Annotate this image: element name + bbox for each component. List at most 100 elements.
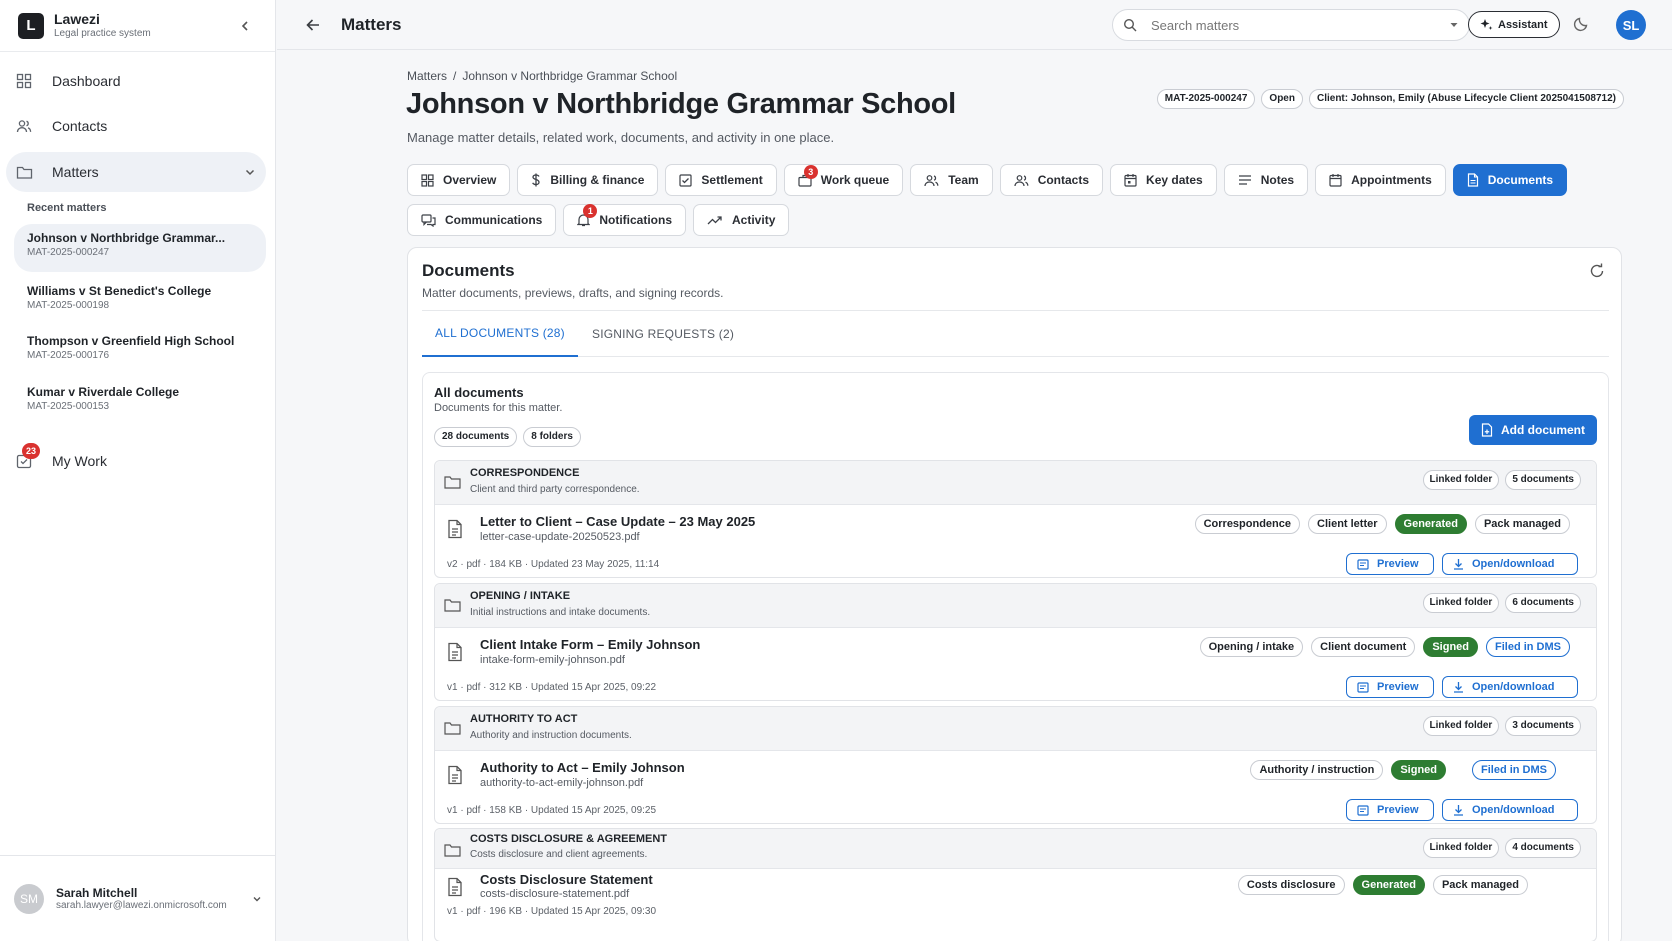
tab-team[interactable]: Team (910, 164, 993, 196)
grid-icon (16, 73, 38, 89)
moon-icon[interactable] (1573, 14, 1591, 32)
recent-matter-item[interactable]: Johnson v Northbridge Grammar... MAT-202… (14, 224, 266, 272)
tab-contacts[interactable]: Contacts (999, 164, 1104, 196)
tab-label: Overview (443, 173, 497, 187)
nav-dashboard[interactable]: Dashboard (6, 61, 266, 101)
tab-billing[interactable]: Billing & finance (517, 164, 659, 196)
recent-matter-name: Kumar v Riverdale College (27, 385, 180, 399)
all-documents-section: All documents Documents for this matter.… (422, 372, 1609, 941)
tab-communications[interactable]: Communications (407, 204, 557, 236)
file-icon (447, 765, 463, 785)
notifications-badge: 1 (583, 204, 598, 218)
tab-notes[interactable]: Notes (1223, 164, 1309, 196)
document-name[interactable]: Client Intake Form – Emily Johnson (480, 637, 700, 652)
file-plus-icon (1481, 423, 1493, 437)
tab-documents[interactable]: Documents (1452, 164, 1568, 196)
open-download-button[interactable]: Open/download (1442, 553, 1578, 575)
tab-key-dates[interactable]: Key dates (1110, 164, 1217, 196)
recent-matter-number: MAT-2025-000176 (27, 350, 110, 361)
caret-down-icon[interactable] (1449, 20, 1459, 30)
file-icon (447, 519, 463, 539)
folder-name: CORRESPONDENCE (470, 467, 580, 479)
folder-costs-disclosure: COSTS DISCLOSURE & AGREEMENT Costs discl… (434, 828, 1597, 941)
nav-contacts[interactable]: Contacts (6, 106, 266, 146)
open-download-label: Open/download (1472, 804, 1555, 816)
people-icon (924, 174, 939, 187)
recent-matters-heading: Recent matters (27, 202, 107, 214)
folder-header[interactable]: CORRESPONDENCE Client and third party co… (435, 461, 1596, 505)
recent-matter-name: Williams v St Benedict's College (27, 284, 212, 298)
breadcrumb-current: Johnson v Northbridge Grammar School (462, 69, 678, 83)
people-icon (1014, 174, 1029, 187)
assistant-label: Assistant (1498, 18, 1548, 31)
documents-title: Documents (422, 261, 515, 280)
user-menu[interactable]: SM Sarah Mitchell sarah.lawyer@lawezi.on… (0, 855, 276, 941)
tab-label: Activity (732, 213, 776, 227)
folder-description: Costs disclosure and client agreements. (470, 849, 648, 860)
account-avatar[interactable]: SL (1616, 10, 1646, 40)
folder-header[interactable]: OPENING / INTAKE Initial instructions an… (435, 584, 1596, 628)
tab-appointments[interactable]: Appointments (1315, 164, 1446, 196)
preview-button[interactable]: Preview (1346, 799, 1434, 821)
tab-label: Key dates (1146, 173, 1203, 187)
folders-count: 8 folders (523, 427, 581, 447)
matter-tabs-row-2: Communications 1 Notifications Activity (407, 204, 790, 236)
document-name[interactable]: Letter to Client – Case Update – 23 May … (480, 514, 755, 529)
breadcrumb-root[interactable]: Matters (407, 69, 447, 83)
folder-description: Initial instructions and intake document… (470, 607, 651, 618)
subtab-all-documents[interactable]: ALL DOCUMENTS (28) (422, 311, 578, 357)
document-name[interactable]: Costs Disclosure Statement (480, 872, 653, 887)
open-download-button[interactable]: Open/download (1442, 676, 1578, 698)
nav-matters[interactable]: Matters (6, 152, 266, 192)
tab-overview[interactable]: Overview (407, 164, 511, 196)
recent-matter-item[interactable]: Kumar v Riverdale College MAT-2025-00015… (14, 378, 266, 426)
document-row: Authority to Act – Emily Johnson authori… (435, 751, 1596, 823)
open-download-button[interactable]: Open/download (1442, 799, 1578, 821)
folder-header[interactable]: AUTHORITY TO ACT Authority and instructi… (435, 707, 1596, 751)
refresh-icon[interactable] (1589, 263, 1605, 279)
bell-icon: 1 (577, 204, 598, 227)
category-badge: Correspondence (1194, 514, 1301, 534)
chevron-left-icon (239, 20, 251, 32)
preview-button[interactable]: Preview (1346, 676, 1434, 698)
back-button[interactable] (305, 17, 329, 33)
folder-authority-to-act: AUTHORITY TO ACT Authority and instructi… (434, 706, 1597, 824)
type-badge: Client letter (1308, 514, 1387, 534)
nav-my-work[interactable]: 23 My Work (6, 441, 266, 481)
tab-activity[interactable]: Activity (693, 204, 790, 236)
top-bar: Matters Assistant SL (277, 0, 1672, 50)
nav-my-work-label: My Work (52, 453, 107, 469)
grid-icon (421, 173, 434, 187)
search-box[interactable] (1112, 9, 1470, 41)
tab-work-queue[interactable]: 3 Work queue (783, 164, 904, 196)
folder-icon (444, 843, 461, 857)
file-icon (1467, 173, 1479, 187)
tab-notifications[interactable]: 1 Notifications (563, 204, 687, 236)
tab-settlement[interactable]: Settlement (665, 164, 777, 196)
recent-matter-name: Thompson v Greenfield High School (27, 334, 235, 348)
folder-header[interactable]: COSTS DISCLOSURE & AGREEMENT Costs discl… (435, 829, 1596, 869)
download-icon (1453, 681, 1464, 693)
all-documents-title: All documents (434, 385, 524, 400)
document-filename: intake-form-emily-johnson.pdf (480, 654, 625, 666)
document-name[interactable]: Authority to Act – Emily Johnson (480, 760, 685, 775)
category-badge: Costs disclosure (1237, 875, 1345, 895)
recent-matter-item[interactable]: Williams v St Benedict's College MAT-202… (14, 277, 266, 325)
assistant-button[interactable]: Assistant (1468, 11, 1560, 38)
app-logo: L (18, 12, 44, 39)
subtab-signing-requests[interactable]: SIGNING REQUESTS (2) (592, 311, 734, 357)
search-icon (1123, 18, 1137, 32)
add-document-button[interactable]: Add document (1469, 415, 1597, 445)
calendar-icon (1329, 173, 1342, 187)
folder-doc-count: 3 documents (1505, 716, 1581, 736)
user-avatar: SM (14, 883, 44, 914)
people-icon (16, 118, 38, 134)
collapse-sidebar-button[interactable] (233, 14, 257, 38)
search-input[interactable] (1151, 17, 1449, 33)
document-row: Costs Disclosure Statement costs-disclos… (435, 869, 1596, 941)
folder-description: Authority and instruction documents. (470, 730, 632, 741)
pack-badge: Pack managed (1432, 875, 1528, 895)
documents-subtabs: ALL DOCUMENTS (28) SIGNING REQUESTS (2) (422, 311, 1609, 357)
recent-matter-item[interactable]: Thompson v Greenfield High School MAT-20… (14, 327, 266, 375)
preview-button[interactable]: Preview (1346, 553, 1434, 575)
